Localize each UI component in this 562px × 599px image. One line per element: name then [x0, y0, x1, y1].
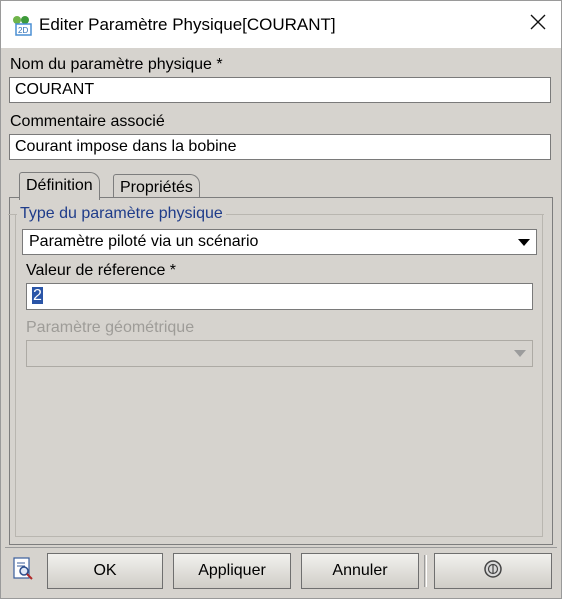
- name-label: Nom du paramètre physique *: [10, 56, 223, 73]
- ref-value-field[interactable]: 2: [26, 283, 533, 310]
- close-button[interactable]: [515, 1, 561, 48]
- tab-proprietes-label: Propriétés: [120, 179, 193, 196]
- geo-label: Paramètre géométrique: [26, 319, 195, 336]
- type-select[interactable]: Paramètre piloté via un scénario: [22, 229, 537, 255]
- chevron-down-icon: [518, 239, 530, 246]
- comment-label: Commentaire associé: [10, 113, 165, 130]
- type-group-label: Type du paramètre physique: [17, 205, 226, 223]
- type-select-value: Paramètre piloté via un scénario: [29, 233, 259, 250]
- app-logo-icon: 2D: [9, 13, 33, 37]
- ref-value-selected-text: 2: [32, 287, 43, 304]
- help-button[interactable]: [434, 553, 552, 589]
- document-search-button[interactable]: [9, 555, 37, 587]
- tab-definition[interactable]: Définition: [19, 172, 100, 200]
- cancel-button[interactable]: Annuler: [301, 553, 419, 589]
- geo-select: [26, 340, 533, 367]
- document-search-icon: [12, 556, 34, 587]
- ok-button[interactable]: OK: [47, 553, 163, 589]
- footer-separator: [424, 555, 427, 587]
- chevron-down-icon: [514, 350, 526, 357]
- close-icon: [530, 14, 546, 35]
- tab-definition-label: Définition: [26, 177, 93, 194]
- title-bar: 2D Editer Paramètre Physique[COURANT]: [1, 1, 561, 48]
- svg-text:2D: 2D: [18, 26, 28, 35]
- help-circle-icon: [483, 559, 503, 584]
- name-field[interactable]: COURANT: [9, 77, 551, 103]
- window-title: Editer Paramètre Physique[COURANT]: [39, 15, 336, 34]
- footer-divider: [5, 547, 557, 548]
- apply-button[interactable]: Appliquer: [173, 553, 291, 589]
- dialog-footer: OK Appliquer Annuler: [1, 547, 561, 598]
- dialog-window: 2D Editer Paramètre Physique[COURANT] No…: [0, 0, 562, 599]
- comment-field[interactable]: Courant impose dans la bobine: [9, 134, 551, 160]
- dialog-body: Nom du paramètre physique * COURANT Comm…: [1, 48, 561, 598]
- ref-label: Valeur de réference *: [26, 262, 177, 279]
